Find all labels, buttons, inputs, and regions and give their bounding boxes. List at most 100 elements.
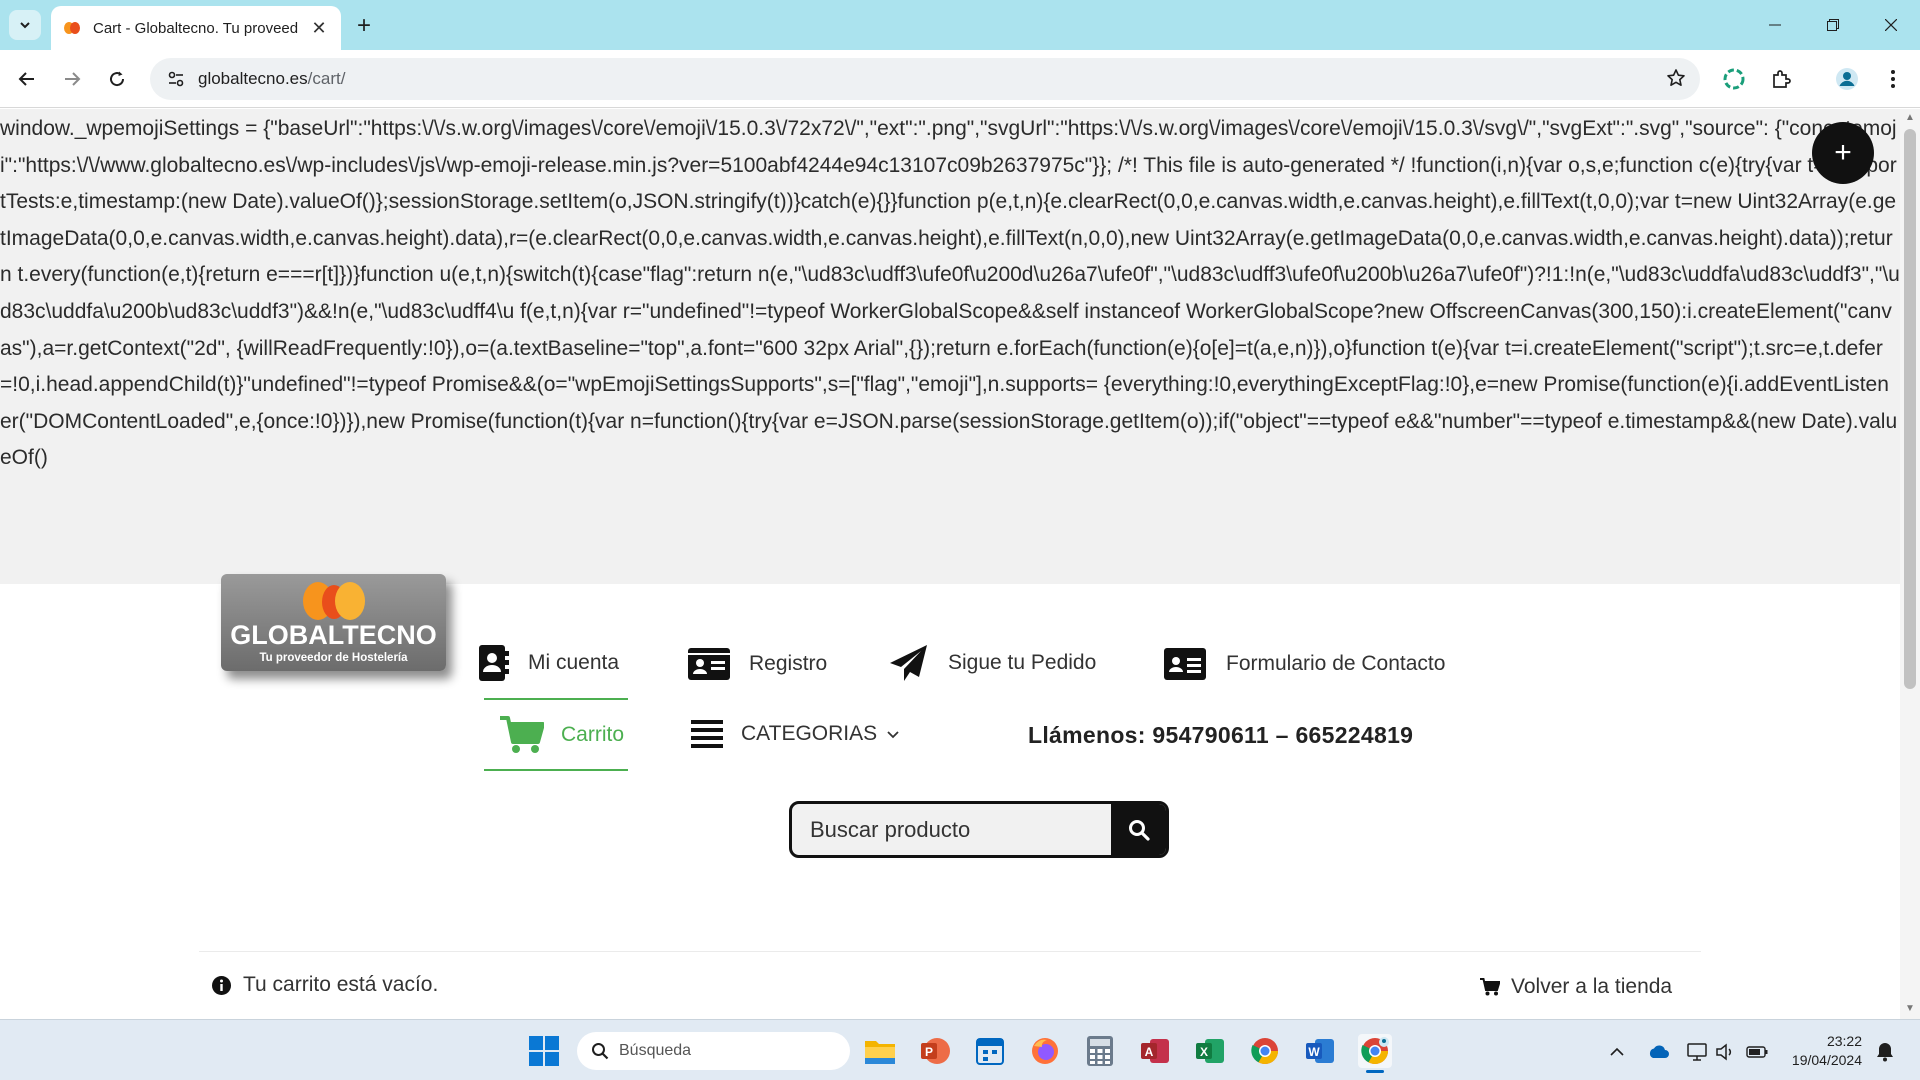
tune-icon <box>168 71 184 87</box>
svg-text:P: P <box>925 1045 933 1059</box>
menu-contacto-label: Formulario de Contacto <box>1226 652 1446 675</box>
tab-search-button[interactable] <box>9 10 41 40</box>
leaked-script-block: window._wpemojiSettings = {"baseUrl":"ht… <box>0 109 1900 584</box>
id-card-icon <box>688 648 730 680</box>
menu-categorias-label: CATEGORIAS <box>741 722 878 745</box>
tab-close-icon[interactable]: ✕ <box>309 18 329 38</box>
search-icon <box>1128 819 1150 841</box>
paper-plane-icon <box>890 645 928 681</box>
tab-active[interactable]: Cart - Globaltecno. Tu proveed ✕ <box>51 6 341 50</box>
arrow-left-icon <box>18 72 34 86</box>
phone-numbers: Llámenos: 954790611 – 665224819 <box>1028 722 1414 748</box>
arrow-right-icon <box>65 72 81 86</box>
scroll-down-arrow-icon[interactable]: ▼ <box>1904 1003 1916 1015</box>
page-scrollbar[interactable]: ▲ ▼ <box>1900 109 1920 1019</box>
tray-overflow-chevron-icon[interactable] <box>1605 1040 1629 1064</box>
search-submit-button[interactable] <box>1111 804 1166 855</box>
hamburger-menu-icon <box>691 718 723 750</box>
menu-mi-cuenta-label: Mi cuenta <box>528 651 620 674</box>
chevron-down-icon <box>20 22 30 29</box>
empty-cart-text: Tu carrito está vacío. <box>243 973 439 996</box>
site-info-button[interactable] <box>156 70 196 88</box>
menu-sigue-pedido[interactable]: Sigue tu Pedido <box>890 645 1096 681</box>
onedrive-icon[interactable] <box>1647 1040 1671 1064</box>
clock-time: 23:22 <box>1826 1033 1862 1049</box>
back-to-shop-label: Volver a la tienda <box>1511 975 1673 998</box>
product-search-input[interactable] <box>792 804 1111 855</box>
url-text[interactable]: globaltecno.es/cart/ <box>198 69 345 89</box>
reload-button[interactable] <box>101 63 133 95</box>
globaltecno-logo-mark-icon <box>303 582 365 620</box>
clock-date: 19/04/2024 <box>1791 1052 1862 1068</box>
back-button[interactable] <box>11 63 43 95</box>
taskbar-clock[interactable]: 23:22 19/04/2024 <box>1782 1032 1862 1070</box>
active-app-indicator <box>1366 1070 1384 1073</box>
bookmark-star-icon[interactable] <box>1666 68 1686 93</box>
content-divider <box>199 951 1701 952</box>
leaked-script-text: window._wpemojiSettings = {"baseUrl":"ht… <box>0 117 1900 470</box>
chevron-down-icon <box>887 722 899 746</box>
close-icon <box>1885 19 1897 31</box>
menu-mi-cuenta[interactable]: Mi cuenta <box>477 645 619 681</box>
battery-icon[interactable] <box>1745 1040 1769 1064</box>
firefox-icon[interactable] <box>1028 1034 1062 1068</box>
chrome-icon[interactable] <box>1248 1034 1282 1068</box>
url-path: /cart/ <box>307 69 346 88</box>
carrito-active-bottom-line <box>484 769 628 771</box>
carrito-active-top-line <box>484 698 628 700</box>
calculator-icon[interactable] <box>1083 1034 1117 1068</box>
scrollbar-thumb[interactable] <box>1904 129 1916 689</box>
close-window-button[interactable] <box>1868 10 1914 40</box>
profile-avatar-icon[interactable] <box>1832 64 1862 94</box>
logo-tagline: Tu proveedor de Hostelería <box>259 652 408 664</box>
browser-menu-icon[interactable] <box>1878 64 1908 94</box>
menu-categorias[interactable]: CATEGORIAS <box>691 718 899 750</box>
word-icon[interactable]: W <box>1303 1034 1337 1068</box>
product-search-form <box>789 801 1169 858</box>
access-icon[interactable]: A <box>1138 1034 1172 1068</box>
network-icon[interactable] <box>1685 1040 1709 1064</box>
logo-name: GLOBALTECNO <box>230 620 437 650</box>
minimize-button[interactable] <box>1752 10 1798 40</box>
svg-text:X: X <box>1200 1045 1208 1059</box>
extensions-puzzle-icon[interactable] <box>1766 64 1796 94</box>
site-logo[interactable]: GLOBALTECNO Tu proveedor de Hostelería <box>221 574 446 671</box>
cart-icon <box>1480 978 1500 996</box>
back-to-shop-link[interactable]: Volver a la tienda <box>1480 975 1672 999</box>
taskbar-search-box[interactable]: Búsqueda <box>577 1032 850 1070</box>
svg-text:A: A <box>1145 1045 1154 1059</box>
taskbar-search-placeholder: Búsqueda <box>619 1042 692 1059</box>
menu-contacto[interactable]: Formulario de Contacto <box>1164 648 1445 680</box>
calendar-app-icon[interactable] <box>973 1034 1007 1068</box>
forward-button[interactable] <box>56 63 88 95</box>
extension-chatgpt-icon[interactable] <box>1719 64 1749 94</box>
windows-start-icon[interactable] <box>527 1034 561 1068</box>
search-icon <box>592 1043 609 1060</box>
address-bar[interactable]: globaltecno.es/cart/ <box>150 58 1700 100</box>
globaltecno-favicon-icon <box>64 22 80 34</box>
reload-icon <box>110 71 125 87</box>
page-viewport: window._wpemojiSettings = {"baseUrl":"ht… <box>0 109 1920 1019</box>
excel-icon[interactable]: X <box>1193 1034 1227 1068</box>
empty-cart-notice: Tu carrito está vacío. <box>212 973 438 997</box>
menu-registro[interactable]: Registro <box>688 648 827 680</box>
shopping-cart-icon <box>500 716 544 754</box>
minimize-icon <box>1769 24 1781 26</box>
contact-card-icon <box>1164 648 1206 680</box>
svg-text:W: W <box>1308 1045 1320 1059</box>
menu-sigue-pedido-label: Sigue tu Pedido <box>948 651 1097 674</box>
menu-carrito[interactable]: Carrito <box>500 716 624 754</box>
powerpoint-icon[interactable]: P <box>918 1034 952 1068</box>
browser-tabstrip: Cart - Globaltecno. Tu proveed ✕ + <box>0 0 1920 50</box>
file-explorer-icon[interactable] <box>863 1034 897 1068</box>
floating-plus-button[interactable]: + <box>1812 122 1874 184</box>
chrome-profile-active-icon[interactable] <box>1358 1034 1392 1068</box>
menu-registro-label: Registro <box>749 652 828 675</box>
scroll-up-arrow-icon[interactable]: ▲ <box>1904 112 1916 124</box>
new-tab-button[interactable]: + <box>350 12 378 40</box>
windows-taskbar: Búsqueda P A X W 23:22 19/04/2024 <box>0 1019 1920 1080</box>
volume-icon[interactable] <box>1713 1040 1737 1064</box>
restore-button[interactable] <box>1810 10 1856 40</box>
notification-bell-icon[interactable] <box>1873 1040 1897 1064</box>
tab-title: Cart - Globaltecno. Tu proveed <box>93 19 299 37</box>
